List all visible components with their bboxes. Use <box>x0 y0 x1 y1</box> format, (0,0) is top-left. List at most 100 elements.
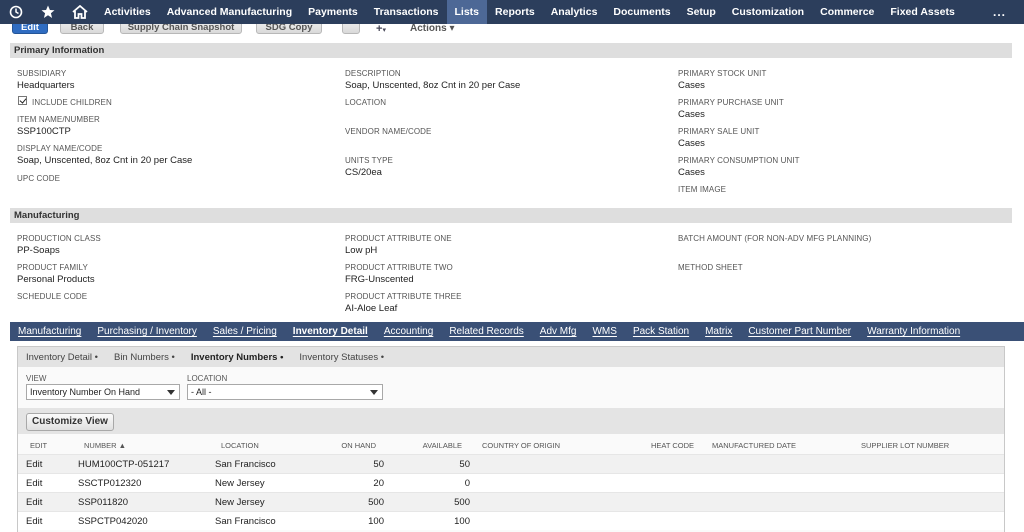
cell-location: New Jersey <box>215 497 265 508</box>
col-on-hand[interactable]: ON HAND <box>318 441 376 450</box>
nav-item-reports[interactable]: Reports <box>487 0 543 24</box>
subsidiary-value: Headquarters <box>17 80 75 91</box>
production-class-label: PRODUCTION CLASS <box>17 234 101 243</box>
primary-information-header[interactable]: Primary Information <box>10 43 1012 58</box>
nav-item-lists[interactable]: Lists <box>446 0 488 24</box>
cell-number: SSPCTP042020 <box>78 516 148 527</box>
new-plus-icon[interactable]: +▾ <box>376 24 386 35</box>
nav-item-commerce[interactable]: Commerce <box>812 0 882 24</box>
col-supplier-lot-number[interactable]: SUPPLIER LOT NUMBER <box>861 441 949 450</box>
nav-more-button[interactable]: ... <box>993 5 1006 19</box>
location-select-value: - All - <box>191 387 212 397</box>
manufacturing-header[interactable]: Manufacturing <box>10 208 1012 223</box>
edit-link[interactable]: Edit <box>26 497 42 508</box>
display-name-label: DISPLAY NAME/CODE <box>17 144 103 153</box>
product-attribute-three-label: PRODUCT ATTRIBUTE THREE <box>345 292 462 301</box>
nav-item-setup[interactable]: Setup <box>679 0 724 24</box>
cell-number: HUM100CTP-051217 <box>78 459 170 470</box>
include-children-label: INCLUDE CHILDREN <box>32 98 112 107</box>
subtab-customer-part-number[interactable]: Customer Part Number <box>740 322 859 341</box>
chevron-down-icon <box>370 390 378 395</box>
cell-available: 50 <box>459 459 470 470</box>
subtab-purchasing-inventory[interactable]: Purchasing / Inventory <box>89 322 205 341</box>
view-select[interactable]: Inventory Number On Hand <box>26 384 180 400</box>
product-family-value: Personal Products <box>17 274 95 285</box>
vendor-name-label: VENDOR NAME/CODE <box>345 127 432 136</box>
subtab-manufacturing[interactable]: Manufacturing <box>10 322 89 341</box>
col-edit: EDIT <box>30 441 48 450</box>
history-icon[interactable] <box>0 0 32 24</box>
product-attribute-one-label: PRODUCT ATTRIBUTE ONE <box>345 234 452 243</box>
nav-menu: Activities Advanced Manufacturing Payments… <box>96 0 963 24</box>
subtab-inventory-detail[interactable]: Inventory Detail <box>285 322 376 341</box>
subtab-wms[interactable]: WMS <box>584 322 624 341</box>
col-heat-code[interactable]: HEAT CODE <box>651 441 694 450</box>
primary-sale-unit-value: Cases <box>678 138 705 149</box>
cell-on-hand: 20 <box>373 478 384 489</box>
inner-tab-bin-numbers[interactable]: Bin Numbers • <box>106 352 183 363</box>
cell-available: 0 <box>464 478 470 489</box>
print-icon[interactable] <box>342 24 360 34</box>
nav-item-transactions[interactable]: Transactions <box>366 0 447 24</box>
production-class-value: PP-Soaps <box>17 245 60 256</box>
nav-item-documents[interactable]: Documents <box>605 0 678 24</box>
nav-item-payments[interactable]: Payments <box>300 0 366 24</box>
units-type-label: UNITS TYPE <box>345 156 393 165</box>
subtab-pack-station[interactable]: Pack Station <box>625 322 697 341</box>
nav-item-fixed-assets[interactable]: Fixed Assets <box>882 0 962 24</box>
table-row: Edit SSPCTP042020 San Francisco 100 100 <box>18 511 1004 530</box>
nav-item-advanced-manufacturing[interactable]: Advanced Manufacturing <box>159 0 300 24</box>
nav-item-customization[interactable]: Customization <box>724 0 812 24</box>
cell-available: 100 <box>454 516 470 527</box>
table-header: EDIT NUMBER ▲ LOCATION ON HAND AVAILABLE… <box>18 438 1004 453</box>
primary-stock-unit-label: PRIMARY STOCK UNIT <box>678 69 767 78</box>
col-number[interactable]: NUMBER ▲ <box>84 441 126 450</box>
upc-code-label: UPC CODE <box>17 174 61 183</box>
primary-consumption-unit-value: Cases <box>678 167 705 178</box>
subtab-matrix[interactable]: Matrix <box>697 322 740 341</box>
item-name-label: ITEM NAME/NUMBER <box>17 115 100 124</box>
col-manufactured-date[interactable]: MANUFACTURED DATE <box>712 441 796 450</box>
col-location[interactable]: LOCATION <box>221 441 259 450</box>
subtab-accounting[interactable]: Accounting <box>376 322 441 341</box>
nav-item-analytics[interactable]: Analytics <box>543 0 606 24</box>
subtab-warranty-information[interactable]: Warranty Information <box>859 322 968 341</box>
home-icon[interactable] <box>64 0 96 24</box>
edit-link[interactable]: Edit <box>26 516 42 527</box>
inner-tab-inventory-statuses[interactable]: Inventory Statuses • <box>291 352 392 363</box>
star-icon[interactable] <box>32 0 64 24</box>
primary-consumption-unit-label: PRIMARY CONSUMPTION UNIT <box>678 156 800 165</box>
include-children-checkbox[interactable] <box>18 96 27 105</box>
sdg-copy-button[interactable]: SDG Copy <box>256 24 322 34</box>
subtab-adv-mfg[interactable]: Adv Mfg <box>532 322 585 341</box>
edit-link[interactable]: Edit <box>26 459 42 470</box>
actions-menu[interactable]: Actions ▾ <box>410 24 454 34</box>
location-select[interactable]: - All - <box>187 384 383 400</box>
cell-location: San Francisco <box>215 516 276 527</box>
edit-button[interactable]: Edit <box>12 24 48 34</box>
col-country-of-origin[interactable]: COUNTRY OF ORIGIN <box>482 441 560 450</box>
method-sheet-label: METHOD SHEET <box>678 263 743 272</box>
edit-link[interactable]: Edit <box>26 478 42 489</box>
inner-tab-inventory-detail[interactable]: Inventory Detail • <box>18 352 106 363</box>
customize-view-button[interactable]: Customize View <box>26 413 114 431</box>
product-attribute-two-label: PRODUCT ATTRIBUTE TWO <box>345 263 453 272</box>
nav-item-activities[interactable]: Activities <box>96 0 159 24</box>
subtab-sales-pricing[interactable]: Sales / Pricing <box>205 322 285 341</box>
back-button[interactable]: Back <box>60 24 104 34</box>
description-value: Soap, Unscented, 8oz Cnt in 20 per Case <box>345 80 521 91</box>
schedule-code-label: SCHEDULE CODE <box>17 292 88 301</box>
cell-location: San Francisco <box>215 459 276 470</box>
subtab-related-records[interactable]: Related Records <box>441 322 531 341</box>
col-available[interactable]: AVAILABLE <box>398 441 462 450</box>
item-name-value: SSP100CTP <box>17 126 71 137</box>
view-filter-label: VIEW <box>26 374 47 383</box>
product-attribute-one-value: Low pH <box>345 245 378 256</box>
supply-chain-snapshot-button[interactable]: Supply Chain Snapshot <box>120 24 242 34</box>
chevron-down-icon <box>167 390 175 395</box>
inner-tab-inventory-numbers[interactable]: Inventory Numbers • <box>183 352 292 363</box>
cell-on-hand: 500 <box>368 497 384 508</box>
product-attribute-two-value: FRG-Unscented <box>345 274 414 285</box>
display-name-value: Soap, Unscented, 8oz Cnt in 20 per Case <box>17 155 193 166</box>
record-subtabs: Manufacturing Purchasing / Inventory Sales… <box>10 322 1024 341</box>
